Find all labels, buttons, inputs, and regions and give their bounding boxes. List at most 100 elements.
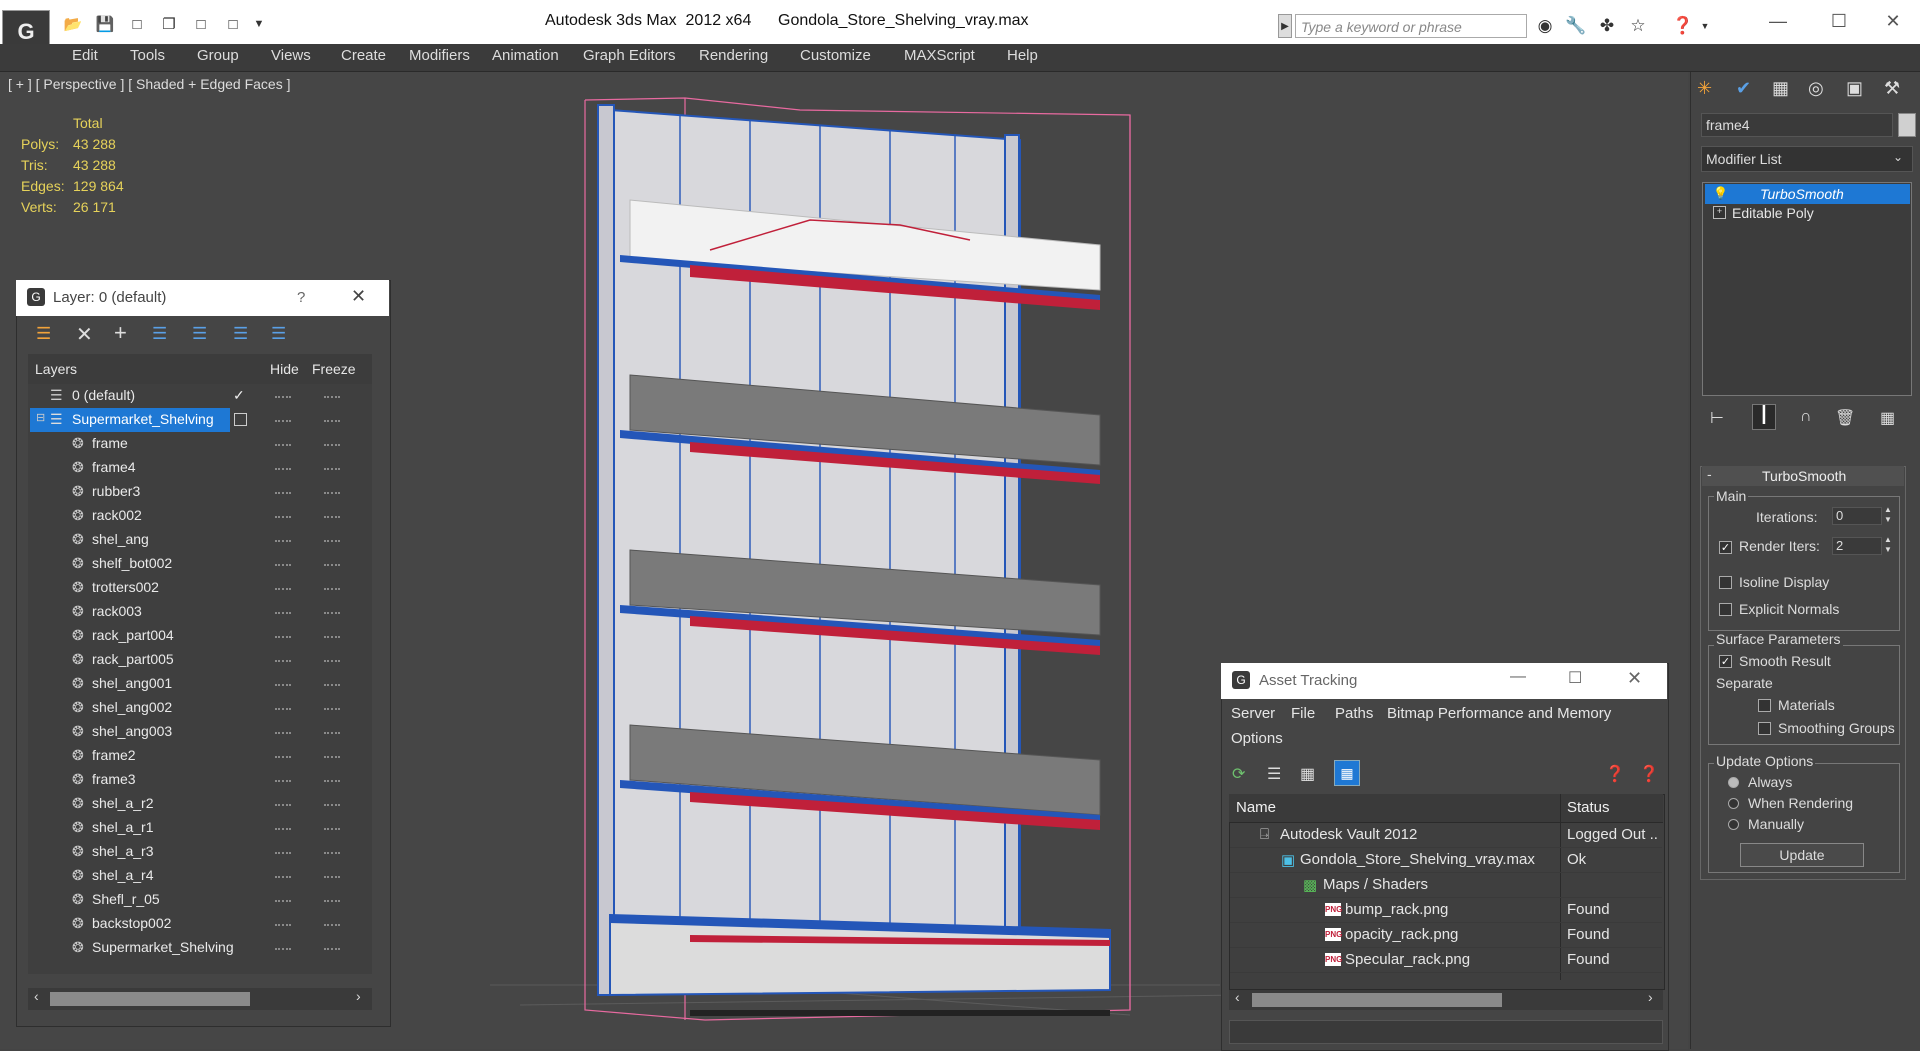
layers-column-header[interactable]: Layers xyxy=(35,361,77,377)
asset-close-button[interactable]: ✕ xyxy=(1627,668,1642,689)
hide-toggle[interactable] xyxy=(275,564,291,567)
hide-toggle[interactable] xyxy=(275,852,291,855)
save-icon[interactable]: 💾 xyxy=(94,14,116,34)
hide-toggle[interactable] xyxy=(275,612,291,615)
active-layer-check-icon[interactable]: ✓ xyxy=(233,387,245,404)
layer-row[interactable]: ❂ shel_a_r1 xyxy=(28,816,372,840)
menu-rendering[interactable]: Rendering xyxy=(699,47,768,64)
menu-create[interactable]: Create xyxy=(341,47,386,64)
layer-row[interactable]: ❂ shel_ang001 xyxy=(28,672,372,696)
show-end-result-icon[interactable]: ┃ xyxy=(1752,404,1776,430)
hierarchy-tab-icon[interactable]: ▦ xyxy=(1772,78,1794,100)
freeze-toggle[interactable] xyxy=(324,756,340,759)
asset-row[interactable]: PNG opacity_rack.png Found xyxy=(1230,923,1662,948)
freeze-toggle[interactable] xyxy=(324,444,340,447)
scroll-left-icon[interactable]: ‹ xyxy=(34,988,39,1004)
freeze-toggle[interactable] xyxy=(324,396,340,399)
hide-toggle[interactable] xyxy=(275,516,291,519)
scroll-left-icon[interactable]: ‹ xyxy=(1235,989,1240,1005)
freeze-toggle[interactable] xyxy=(324,804,340,807)
close-button[interactable]: ✕ xyxy=(1870,6,1916,36)
delete-layer-icon[interactable]: ✕ xyxy=(76,322,93,347)
freeze-toggle[interactable] xyxy=(324,516,340,519)
menu-edit[interactable]: Edit xyxy=(72,47,98,64)
asset-row[interactable]: ⍈ Autodesk Vault 2012 Logged Out .. xyxy=(1230,823,1662,848)
freeze-toggle[interactable] xyxy=(324,924,340,927)
layer-row[interactable]: ❂ shel_ang003 xyxy=(28,720,372,744)
hide-toggle[interactable] xyxy=(275,636,291,639)
chevron-down-icon[interactable]: ⌄ xyxy=(1893,150,1903,164)
asset-scroll-thumb[interactable] xyxy=(1252,993,1502,1007)
menu-graph-editors[interactable]: Graph Editors xyxy=(583,47,676,64)
search-input[interactable]: Type a keyword or phrase xyxy=(1295,14,1527,38)
make-unique-icon[interactable]: ∩ xyxy=(1800,408,1812,426)
redo-icon[interactable]: □ xyxy=(222,14,244,34)
maximize-button[interactable]: ☐ xyxy=(1816,6,1862,36)
new-scene-icon[interactable]: □ xyxy=(126,14,148,34)
freeze-toggle[interactable] xyxy=(324,636,340,639)
select-objects-in-layer-icon[interactable]: ☰ xyxy=(152,324,167,344)
asset-menu-bitmap-performance[interactable]: Bitmap Performance and Memory xyxy=(1387,705,1611,722)
configure-modifier-sets-icon[interactable]: ▦ xyxy=(1880,408,1895,428)
menu-tools[interactable]: Tools xyxy=(130,47,165,64)
search-expand-icon[interactable]: ▶ xyxy=(1278,14,1292,38)
update-button[interactable]: Update xyxy=(1740,843,1864,867)
hide-toggle[interactable] xyxy=(275,756,291,759)
create-tab-icon[interactable]: ✳ xyxy=(1697,78,1719,100)
layer-row[interactable]: ❂ rack_part005 xyxy=(28,648,372,672)
hide-toggle[interactable] xyxy=(275,876,291,879)
freeze-column-header[interactable]: Freeze xyxy=(312,361,356,377)
asset-menu-paths[interactable]: Paths xyxy=(1335,705,1373,722)
freeze-toggle[interactable] xyxy=(324,564,340,567)
menu-views[interactable]: Views xyxy=(271,47,311,64)
freeze-toggle[interactable] xyxy=(324,684,340,687)
hide-toggle[interactable] xyxy=(275,828,291,831)
object-name-field[interactable]: frame4 xyxy=(1701,113,1893,137)
freeze-toggle[interactable] xyxy=(324,876,340,879)
help-icon[interactable]: ❓ xyxy=(1605,764,1625,784)
freeze-toggle[interactable] xyxy=(324,852,340,855)
layer-dialog-close-button[interactable]: ✕ xyxy=(351,286,366,307)
hide-toggle[interactable] xyxy=(275,420,291,423)
favorites-star-icon[interactable]: ☆ xyxy=(1625,14,1651,38)
freeze-toggle[interactable] xyxy=(324,732,340,735)
layer-row[interactable]: ❂ frame4 xyxy=(28,456,372,480)
copy-icon[interactable]: ❐ xyxy=(158,14,180,34)
freeze-toggle[interactable] xyxy=(324,660,340,663)
layer-row[interactable]: ❂ rack003 xyxy=(28,600,372,624)
asset-menu-options[interactable]: Options xyxy=(1231,730,1283,747)
freeze-toggle[interactable] xyxy=(324,492,340,495)
rollout-collapse-icon[interactable]: - xyxy=(1707,466,1712,482)
table-view-icon[interactable]: ▦ xyxy=(1334,760,1360,786)
object-color-swatch[interactable] xyxy=(1898,113,1916,137)
add-to-layer-icon[interactable]: + xyxy=(114,320,127,346)
help-dropdown-icon[interactable]: ▼ xyxy=(1692,14,1718,38)
stack-item-editable-poly[interactable]: Editable Poly xyxy=(1732,205,1814,221)
freeze-toggle[interactable] xyxy=(324,780,340,783)
materials-checkbox[interactable] xyxy=(1758,699,1771,712)
create-layer-icon[interactable]: ☰ xyxy=(36,324,51,344)
asset-row[interactable]: ▩ Maps / Shaders xyxy=(1230,873,1662,898)
menu-customize[interactable]: Customize xyxy=(800,47,871,64)
quick-access-dropdown-icon[interactable]: ▼ xyxy=(248,14,270,34)
display-tab-icon[interactable]: ▣ xyxy=(1846,78,1868,100)
layer-row[interactable]: ❂ shel_a_r2 xyxy=(28,792,372,816)
hide-toggle[interactable] xyxy=(275,708,291,711)
hide-toggle[interactable] xyxy=(275,492,291,495)
explicit-normals-checkbox[interactable] xyxy=(1719,603,1732,616)
shelving-model[interactable] xyxy=(480,70,1260,1050)
remove-modifier-icon[interactable]: 🗑 xyxy=(1835,408,1855,428)
asset-status-column-header[interactable]: Status xyxy=(1567,799,1610,816)
hide-toggle[interactable] xyxy=(275,588,291,591)
layer-row[interactable]: ❂ shel_a_r3 xyxy=(28,840,372,864)
collapse-minus-icon[interactable]: ⊟ xyxy=(36,411,45,424)
layer-row[interactable]: ❂ rubber3 xyxy=(28,480,372,504)
hide-toggle[interactable] xyxy=(275,900,291,903)
hide-toggle[interactable] xyxy=(275,732,291,735)
layer-row[interactable]: ❂ trotters002 xyxy=(28,576,372,600)
refresh-icon[interactable]: ⟳ xyxy=(1232,764,1245,784)
highlight-selected-layer-icon[interactable]: ☰ xyxy=(192,324,207,344)
freeze-toggle[interactable] xyxy=(324,420,340,423)
menu-maxscript[interactable]: MAXScript xyxy=(904,47,975,64)
layer-row[interactable]: ⊟ ☰ Supermarket_Shelving xyxy=(28,408,372,432)
